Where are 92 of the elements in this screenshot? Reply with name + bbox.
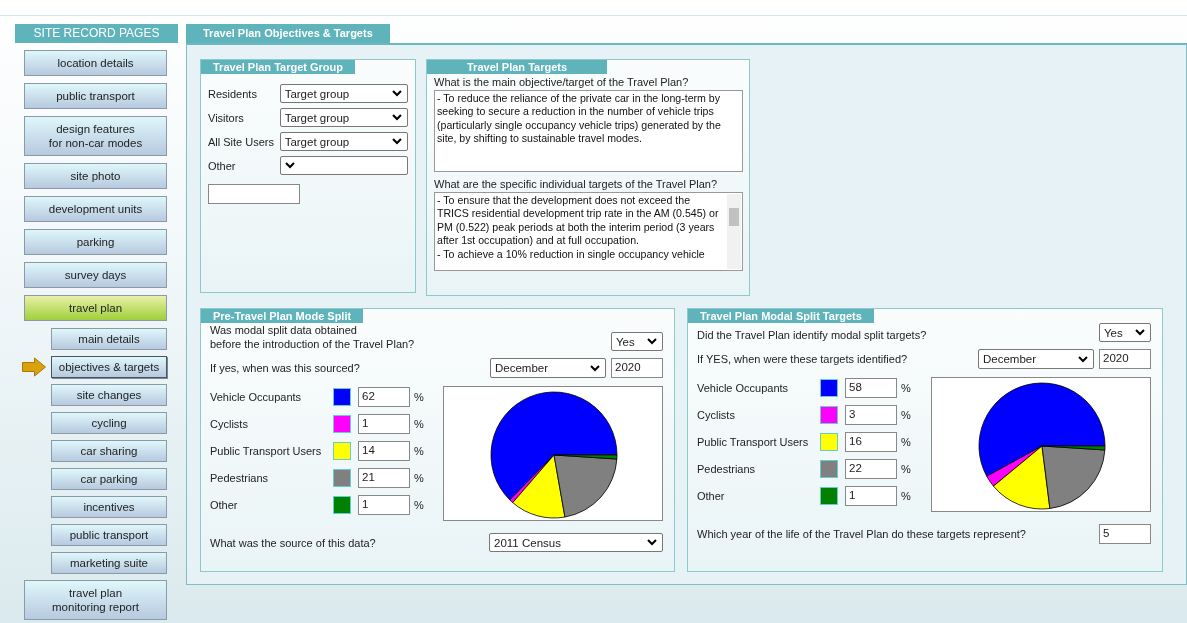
percent-sign: % xyxy=(414,418,424,430)
mode-label: Other xyxy=(210,499,239,511)
mode-label: Pedestrians xyxy=(210,472,270,484)
chevron-down-icon xyxy=(647,539,657,546)
mode-label: Vehicle Occupants xyxy=(697,382,790,394)
percent-input[interactable]: 1 xyxy=(358,414,410,434)
mode-label: Public Transport Users xyxy=(697,436,810,448)
percent-input[interactable]: 3 xyxy=(845,405,897,425)
percent-input[interactable]: 21 xyxy=(358,468,410,488)
percent-sign: % xyxy=(414,499,424,511)
percent-sign: % xyxy=(901,382,911,394)
yes-no-dropdown[interactable]: Yes xyxy=(1099,323,1151,342)
percent-input[interactable]: 22 xyxy=(845,459,897,479)
nav-button[interactable]: travel plan monitoring report xyxy=(24,580,167,620)
chevron-down-icon xyxy=(1078,355,1088,363)
group-label: Other xyxy=(208,159,237,172)
nav-button[interactable]: design features for non-car modes xyxy=(24,116,167,156)
group-label: Visitors xyxy=(208,111,245,124)
year-input[interactable]: 2020 xyxy=(1099,349,1151,369)
question-label: What is the main objective/target of the Travel Plan? xyxy=(433,75,690,90)
nav-button[interactable]: location details xyxy=(24,50,167,76)
sidebar-title: SITE RECORD PAGES xyxy=(15,24,178,43)
source-dropdown[interactable]: 2011 Census xyxy=(489,533,663,552)
percent-input[interactable]: 16 xyxy=(845,432,897,452)
panel-title: Travel Plan Target Group xyxy=(201,60,355,74)
percent-sign: % xyxy=(901,436,911,448)
percent-sign: % xyxy=(901,463,911,475)
percent-input[interactable]: 1 xyxy=(358,495,410,515)
sub-nav-button[interactable]: marketing suite xyxy=(51,552,167,574)
percent-input[interactable]: 62 xyxy=(358,387,410,407)
percent-input[interactable]: 58 xyxy=(845,378,897,398)
question-label: If yes, when was this sourced? xyxy=(210,362,360,374)
panel-title: Pre-Travel Plan Mode Split xyxy=(201,309,364,323)
sub-nav-button[interactable]: main details xyxy=(51,328,167,350)
percent-sign: % xyxy=(901,490,911,502)
chevron-down-icon xyxy=(647,338,657,345)
mode-label: Cyclists xyxy=(210,418,249,430)
panel-title: Travel Plan Modal Split Targets xyxy=(688,309,874,323)
page-title: Travel Plan Objectives & Targets xyxy=(186,24,390,43)
target-group-dropdown[interactable]: Target group xyxy=(279,84,408,103)
percent-sign: % xyxy=(414,391,424,403)
target-group-dropdown[interactable]: Target group xyxy=(279,108,408,127)
yes-no-dropdown[interactable]: Yes xyxy=(611,332,663,351)
chevron-down-icon xyxy=(284,162,295,169)
nav-button[interactable]: survey days xyxy=(24,262,167,288)
sub-nav-button[interactable]: public transport xyxy=(51,524,167,546)
chevron-down-icon xyxy=(590,364,600,372)
question-label: Was modal split data obtained before the introduction of the Travel Plan? xyxy=(210,323,415,351)
sub-nav-button[interactable]: incentives xyxy=(51,496,167,518)
nav-button[interactable]: travel plan xyxy=(24,295,167,321)
target-group-dropdown[interactable]: Target group xyxy=(279,132,408,151)
question-label: If YES, when were these targets identified? xyxy=(697,353,908,365)
percent-input[interactable]: 1 xyxy=(845,486,897,506)
question-label: Which year of the life of the Travel Plan do these targets represent? xyxy=(697,528,1026,540)
year-input[interactable]: 2020 xyxy=(611,358,663,378)
nav-button[interactable]: site photo xyxy=(24,163,167,189)
other-input[interactable] xyxy=(208,184,300,204)
chevron-down-icon xyxy=(392,114,402,121)
chevron-down-icon xyxy=(392,90,402,97)
mode-label: Cyclists xyxy=(697,409,736,421)
chevron-down-icon xyxy=(1135,329,1145,336)
scrollbar[interactable] xyxy=(727,194,741,269)
mode-label: Other xyxy=(697,490,726,502)
mode-label: Vehicle Occupants xyxy=(210,391,303,403)
text-area[interactable]: - To reduce the reliance of the private car in the long-term by seeking to secure a reduction in the number of vehicle trips (particularly single occupancy vehicle trips) generated by the site, by shifting to sustainable travel modes. xyxy=(434,90,743,172)
target-group-dropdown[interactable] xyxy=(279,156,408,175)
sub-nav-button[interactable]: car parking xyxy=(51,468,167,490)
chevron-down-icon xyxy=(392,138,402,145)
percent-input[interactable]: 14 xyxy=(358,441,410,461)
panel-title: Travel Plan Targets xyxy=(427,60,608,74)
mode-label: Pedestrians xyxy=(697,463,757,475)
nav-button[interactable]: parking xyxy=(24,229,167,255)
percent-sign: % xyxy=(414,445,424,457)
month-dropdown[interactable]: December xyxy=(490,358,606,378)
question-label: Did the Travel Plan identify modal split targets? xyxy=(697,328,927,342)
arrow-right-icon xyxy=(22,357,46,377)
mode-label: Public Transport Users xyxy=(210,445,323,457)
text-area[interactable]: - To ensure that the development does not exceed the TRICS residential development trip rate in the AM (0.545) or PM (0.522) peak periods at both the interim period (3 years after 1st occupation) and at full occupation. - To achieve a 10% reduction in single occupancy vehicle xyxy=(434,192,743,271)
question-label: What are the specific individual targets of the Travel Plan? xyxy=(433,177,719,192)
group-label: All Site Users xyxy=(208,135,276,148)
year-input[interactable]: 5 xyxy=(1099,524,1151,544)
nav-button[interactable]: development units xyxy=(24,196,167,222)
percent-sign: % xyxy=(414,472,424,484)
month-dropdown[interactable]: December xyxy=(978,349,1094,369)
nav-button[interactable]: public transport xyxy=(24,83,167,109)
sub-nav-button[interactable]: car sharing xyxy=(51,440,167,462)
sub-nav-button[interactable]: site changes xyxy=(51,384,167,406)
sub-nav-button[interactable]: objectives & targets xyxy=(51,356,167,378)
sub-nav-button[interactable]: cycling xyxy=(51,412,167,434)
group-label: Residents xyxy=(208,87,258,100)
question-label: What was the source of this data? xyxy=(210,536,376,549)
percent-sign: % xyxy=(901,409,911,421)
